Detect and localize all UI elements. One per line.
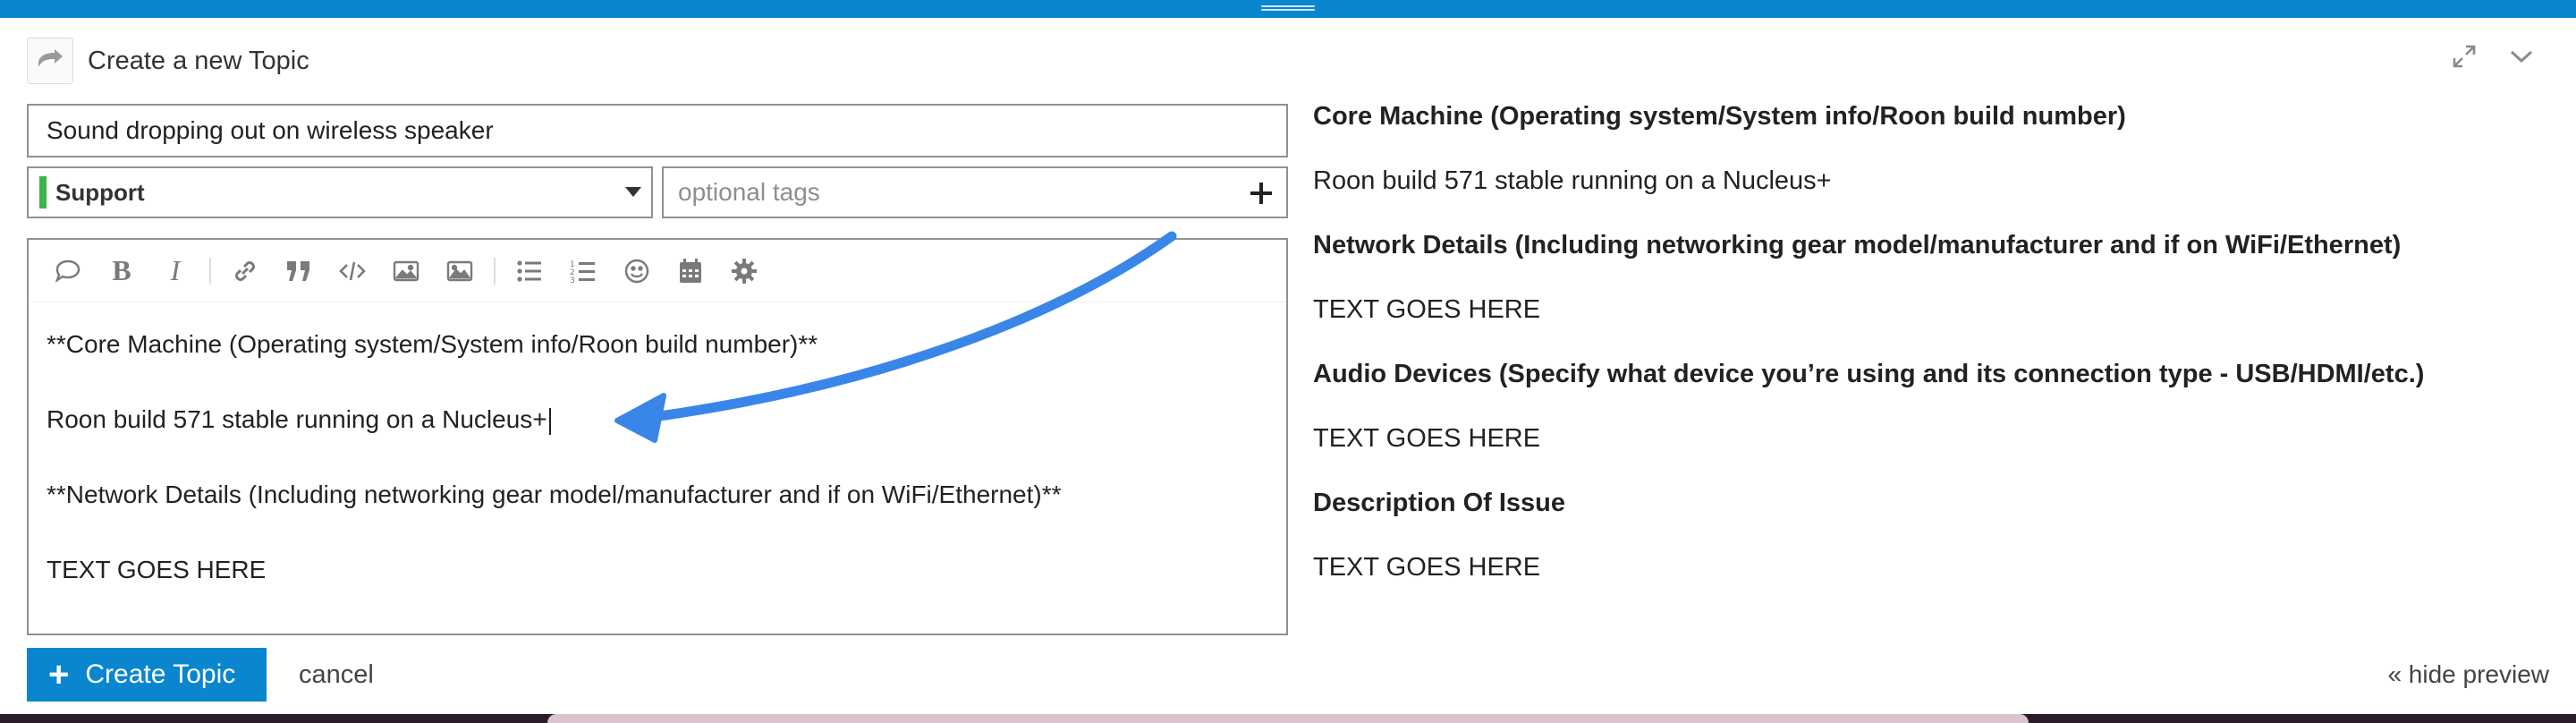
preview-heading: Network Details (Including networking ge… (1313, 231, 2402, 259)
chevron-down-icon[interactable] (2508, 43, 2535, 70)
category-color-swatch (39, 176, 47, 208)
editor-line: TEXT GOES HERE (47, 556, 267, 583)
numbered-list-icon[interactable]: 123 (564, 251, 603, 291)
page-behind-tab (547, 714, 2029, 723)
tags-input[interactable]: optional tags (662, 166, 1288, 218)
italic-icon[interactable]: I (156, 251, 195, 291)
topic-title-input[interactable]: Sound dropping out on wireless speaker (27, 104, 1288, 157)
blockquote-icon[interactable] (279, 251, 318, 291)
editor-line: **Network Details (Including networking … (47, 481, 1062, 508)
bullet-list-icon[interactable] (510, 251, 549, 291)
text-caret (548, 407, 551, 435)
editor-line-with-caret: Roon build 571 stable running on a Nucle… (47, 404, 1268, 480)
create-topic-label: Create Topic (85, 659, 236, 689)
editor-textarea[interactable]: **Core Machine (Operating system/System … (47, 329, 1268, 630)
bold-icon[interactable]: B (102, 251, 141, 291)
plus-icon: + (48, 655, 70, 694)
cancel-link[interactable]: cancel (299, 660, 374, 690)
preview-text: Roon build 571 stable running on a Nucle… (1313, 166, 1832, 195)
category-label: Support (55, 178, 145, 206)
emoji-icon[interactable] (617, 251, 657, 291)
reply-editor[interactable]: B I 123 **Core Machine (Operating system… (27, 238, 1288, 635)
preview-heading: Core Machine (Operating system/System in… (1313, 102, 2126, 131)
svg-text:3: 3 (570, 276, 575, 284)
link-icon[interactable] (225, 251, 265, 291)
expand-icon[interactable] (2451, 43, 2478, 70)
toolbar-divider (209, 257, 211, 285)
editor-toolbar: B I 123 (29, 240, 1286, 302)
gear-icon[interactable] (724, 251, 764, 291)
create-topic-button[interactable]: + Create Topic (27, 648, 267, 702)
quote-post-icon[interactable] (48, 251, 88, 291)
reply-arrow-icon[interactable] (27, 38, 73, 84)
preview-heading: Description Of Issue (1313, 489, 1566, 517)
caret-down-icon[interactable] (615, 187, 651, 198)
window-controls (2451, 43, 2535, 70)
preview-text: TEXT GOES HERE (1313, 553, 1541, 582)
toolbar-divider (494, 257, 496, 285)
preformatted-code-icon[interactable] (333, 251, 372, 291)
composer-resize-bar[interactable] (0, 0, 2576, 18)
category-select[interactable]: Support (27, 166, 653, 218)
upload-image-icon[interactable] (386, 251, 426, 291)
editor-line: **Core Machine (Operating system/System … (47, 330, 818, 358)
hide-preview-link[interactable]: « hide preview (2387, 660, 2549, 689)
page-behind-strip (0, 714, 2576, 723)
image-icon[interactable] (440, 251, 479, 291)
composer-title: Create a new Topic (88, 46, 309, 75)
composer-header: Create a new Topic (27, 38, 309, 84)
preview-text: TEXT GOES HERE (1313, 295, 1541, 324)
preview-pane: Core Machine (Operating system/System in… (1313, 98, 2547, 614)
tags-placeholder: optional tags (678, 178, 820, 206)
grip-icon[interactable] (1261, 5, 1315, 13)
composer-window: Create a new Topic Sound dropping out on… (0, 0, 2576, 723)
preview-heading: Audio Devices (Specify what device you’r… (1313, 360, 2425, 388)
plus-icon[interactable] (1245, 177, 1277, 209)
editor-line-text: Roon build 571 stable running on a Nucle… (47, 405, 547, 433)
preview-text: TEXT GOES HERE (1313, 424, 1541, 453)
calendar-icon[interactable] (671, 251, 710, 291)
